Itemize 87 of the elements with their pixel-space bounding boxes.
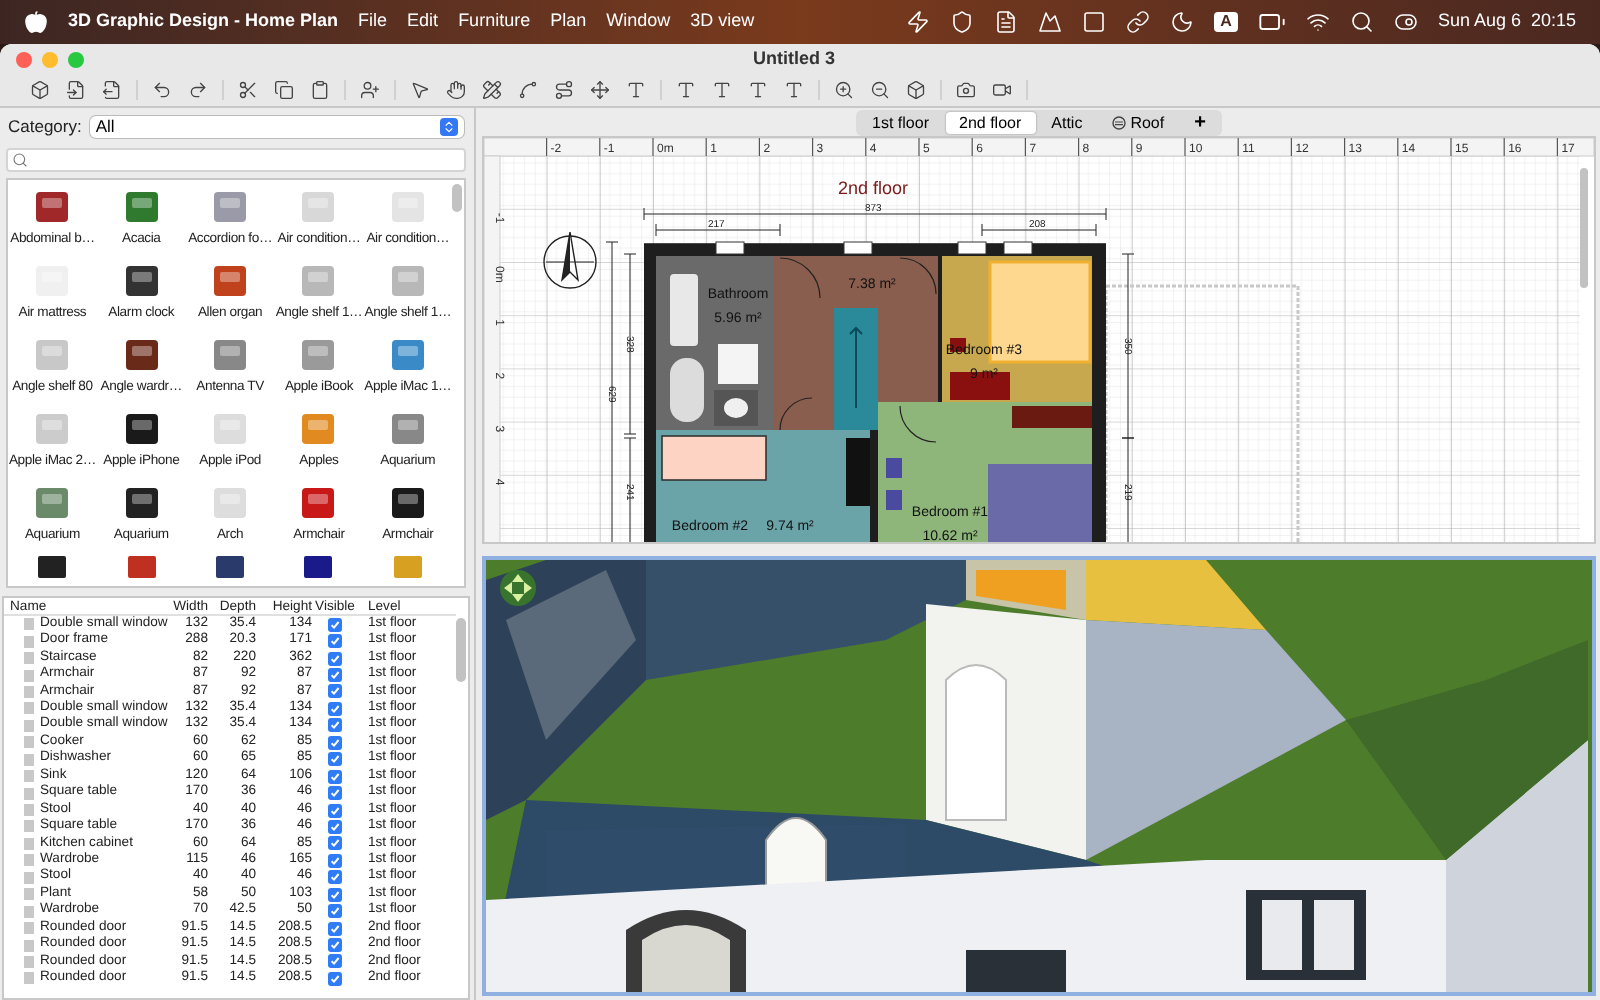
search-icon bbox=[12, 152, 28, 168]
visible-checkbox[interactable] bbox=[328, 701, 342, 716]
furniture-thumbnail[interactable] bbox=[123, 556, 160, 578]
search-field[interactable] bbox=[6, 148, 466, 172]
visible-checkbox[interactable] bbox=[328, 904, 342, 919]
visible-checkbox[interactable] bbox=[328, 769, 342, 784]
apple-icon[interactable] bbox=[24, 10, 48, 34]
select-icon[interactable] bbox=[410, 80, 430, 100]
shield-icon[interactable] bbox=[950, 10, 975, 34]
visible-checkbox[interactable] bbox=[328, 803, 342, 818]
link-icon[interactable] bbox=[1126, 10, 1151, 34]
house-3d-drawing[interactable] bbox=[486, 560, 1588, 992]
visible-checkbox[interactable] bbox=[328, 684, 342, 699]
visible-checkbox[interactable] bbox=[328, 668, 342, 683]
window-title: Untitled 3 bbox=[752, 45, 835, 72]
square-icon[interactable] bbox=[1082, 10, 1107, 34]
scrollbar[interactable] bbox=[452, 184, 462, 212]
visible-checkbox[interactable] bbox=[328, 786, 342, 801]
add-level-tab[interactable]: + bbox=[1180, 112, 1220, 134]
redo-icon[interactable] bbox=[188, 80, 208, 100]
visible-checkbox[interactable] bbox=[328, 634, 342, 649]
visible-checkbox[interactable] bbox=[328, 819, 342, 834]
roof-level-icon bbox=[1112, 116, 1127, 130]
save-icon[interactable] bbox=[102, 80, 122, 100]
app-name[interactable]: 3D Graphic Design - Home Plan bbox=[68, 8, 339, 36]
furniture-thumbnail[interactable] bbox=[300, 556, 337, 578]
document-icon[interactable] bbox=[994, 10, 1019, 34]
search-icon[interactable] bbox=[1349, 10, 1374, 34]
scrollbar[interactable] bbox=[1580, 168, 1588, 288]
cut-icon[interactable] bbox=[238, 80, 258, 100]
dimension-line[interactable] bbox=[1121, 253, 1135, 439]
visible-checkbox[interactable] bbox=[328, 617, 342, 632]
level-tab[interactable]: Roof bbox=[1098, 112, 1179, 134]
add-text-icon[interactable] bbox=[626, 80, 646, 100]
undo-icon[interactable] bbox=[152, 80, 172, 100]
furniture-thumbnail[interactable] bbox=[212, 556, 249, 578]
open-icon[interactable] bbox=[66, 80, 86, 100]
visible-checkbox[interactable] bbox=[328, 718, 342, 733]
menu-item[interactable]: 3D view bbox=[690, 8, 755, 36]
menu-item[interactable]: Window bbox=[606, 8, 671, 36]
furniture-thumbnail[interactable] bbox=[389, 556, 426, 578]
level-tab[interactable]: 1st floor bbox=[858, 112, 943, 134]
copy-icon[interactable] bbox=[274, 80, 294, 100]
dimension-line[interactable] bbox=[623, 253, 637, 435]
dropdown-chevron-icon bbox=[440, 118, 458, 136]
visible-checkbox[interactable] bbox=[328, 887, 342, 902]
visible-checkbox[interactable] bbox=[328, 971, 342, 986]
menu-item[interactable]: Furniture bbox=[458, 8, 531, 36]
level-tab[interactable]: Attic bbox=[1037, 112, 1097, 134]
dimension-line[interactable] bbox=[1121, 437, 1135, 542]
lightning-icon[interactable] bbox=[906, 10, 931, 34]
clock[interactable]: Sun Aug 6 20:15 bbox=[1437, 8, 1576, 36]
floor-plan-drawing[interactable] bbox=[644, 241, 1106, 542]
menu-item[interactable]: Edit bbox=[407, 8, 439, 36]
category-dropdown[interactable]: All bbox=[89, 116, 464, 138]
level-tab[interactable]: 2nd floor bbox=[945, 112, 1036, 134]
visible-checkbox[interactable] bbox=[328, 853, 342, 868]
paste-icon[interactable] bbox=[310, 80, 330, 100]
zoom-in-icon[interactable] bbox=[834, 80, 854, 100]
moon-icon[interactable] bbox=[1170, 10, 1195, 34]
video-icon[interactable] bbox=[992, 80, 1012, 100]
scrollbar[interactable] bbox=[456, 618, 466, 682]
category-label: Category: bbox=[8, 114, 82, 140]
visible-checkbox[interactable] bbox=[328, 870, 342, 885]
visible-checkbox[interactable] bbox=[328, 938, 342, 953]
zoom-out-icon[interactable] bbox=[870, 80, 890, 100]
visible-checkbox[interactable] bbox=[328, 954, 342, 969]
control-center-icon[interactable] bbox=[1393, 10, 1418, 34]
furniture-thumbnail[interactable] bbox=[34, 556, 71, 578]
compass-icon[interactable] bbox=[543, 231, 597, 289]
navigation-control-icon[interactable] bbox=[500, 570, 536, 606]
dimension-line[interactable] bbox=[623, 437, 637, 542]
dimension-line[interactable] bbox=[655, 223, 781, 237]
battery-icon[interactable] bbox=[1257, 8, 1286, 36]
plan-title[interactable]: 2nd floor bbox=[838, 178, 909, 198]
mountain-icon[interactable] bbox=[1038, 10, 1063, 34]
visible-checkbox[interactable] bbox=[328, 735, 342, 750]
menu-item[interactable]: Plan bbox=[550, 8, 587, 36]
visible-checkbox[interactable] bbox=[328, 752, 342, 767]
visible-checkbox[interactable] bbox=[328, 836, 342, 851]
camera-icon[interactable] bbox=[956, 80, 976, 100]
input-source-indicator[interactable]: A bbox=[1214, 12, 1238, 32]
visible-checkbox[interactable] bbox=[328, 651, 342, 666]
dimension-line[interactable] bbox=[981, 223, 1097, 237]
visible-checkbox[interactable] bbox=[328, 921, 342, 936]
pan-icon[interactable] bbox=[446, 80, 466, 100]
menu-item[interactable]: File bbox=[358, 8, 388, 36]
